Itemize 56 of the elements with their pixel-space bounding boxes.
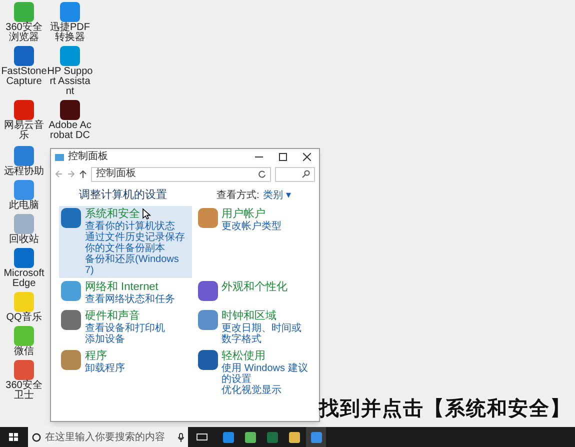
icon-label: 网易云音乐 (3, 121, 45, 141)
icon-label: Adobe Acrobat DC (48, 121, 92, 141)
app-icon[interactable] (60, 100, 80, 120)
category-link[interactable]: 用户帐户 (222, 208, 282, 220)
taskbar-search-field[interactable]: 在这里输入你要搜索的内容 (28, 427, 188, 447)
category-link[interactable]: 硬件和声音 (85, 310, 165, 322)
control-panel-icon (55, 154, 64, 160)
task-link[interactable]: 优化视觉显示 (222, 384, 309, 396)
forward-icon[interactable] (67, 170, 75, 178)
address-text: 控制面板 (96, 168, 136, 180)
icon-label: HP Support Assistant (47, 67, 93, 97)
up-icon[interactable] (79, 170, 87, 178)
address-bar[interactable]: 控制面板 (91, 166, 271, 182)
view-dropdown[interactable]: 类别 ▾ (263, 188, 291, 203)
task-link[interactable]: 查看网络状态和任务 (85, 294, 175, 304)
icon-label: 微信 (14, 347, 34, 357)
search-input[interactable]: 在这里输入你要搜索的内容 (45, 430, 174, 444)
search-icon (302, 170, 310, 178)
task-link[interactable]: 添加设备 (85, 334, 165, 344)
back-icon[interactable] (55, 170, 63, 178)
icon-label: 迅捷PDF转换器 (49, 23, 91, 43)
task-link[interactable]: 通过文件历史记录保存你的文件备份副本 (85, 232, 190, 254)
page-heading: 调整计算机的设置 (79, 188, 167, 203)
category-link[interactable]: 轻松使用 (222, 350, 309, 362)
task-link[interactable]: 卸载程序 (85, 362, 125, 374)
icon-label: 回收站 (9, 235, 39, 245)
close-icon[interactable] (303, 153, 311, 161)
search-field[interactable] (275, 166, 315, 182)
cortana-icon (32, 432, 41, 442)
task-link[interactable]: 更改日期、时间或数字格式 (222, 322, 309, 344)
icon-label: Microsoft Edge (2, 269, 46, 289)
icon-label: 此电脑 (9, 201, 39, 211)
maximize-icon[interactable] (279, 153, 287, 161)
icon-label: 360安全卫士 (4, 381, 44, 401)
microphone-icon[interactable] (178, 432, 184, 442)
task-link[interactable]: 查看设备和打印机 (85, 322, 165, 334)
task-link[interactable]: 备份和还原(Windows 7) (85, 254, 190, 276)
category-link[interactable]: 时钟和区域 (222, 310, 309, 322)
task-view-icon[interactable] (196, 432, 208, 442)
cursor-icon (142, 208, 151, 220)
icon-label: 360安全浏览器 (4, 23, 44, 43)
icon-label: 远程协助 (4, 167, 44, 177)
category-link[interactable]: 网络和 Internet (85, 280, 175, 294)
icon-label: QQ音乐 (6, 313, 42, 323)
category-highlight[interactable]: 系统和安全 查看你的计算机状态 通过文件历史记录保存你的文件备份副本 备份和还原(Windows 7) (59, 206, 192, 278)
category-link[interactable]: 系统和安全 (85, 208, 190, 220)
task-link[interactable]: 使用 Windows 建议的设置 (222, 362, 309, 384)
view-label: 查看方式: (216, 188, 260, 203)
window-title: 控制面板 (68, 151, 108, 163)
category-link[interactable]: 程序 (85, 350, 125, 362)
refresh-icon[interactable] (258, 170, 266, 178)
category-link[interactable]: 外观和个性化 (222, 280, 288, 294)
subtitle: 找到并点击【系统和安全】 (319, 396, 571, 422)
task-link[interactable]: 更改帐户类型 (222, 220, 282, 232)
icon-label: FastStone Capture (1, 67, 47, 87)
task-link[interactable]: 查看你的计算机状态 (85, 220, 190, 232)
